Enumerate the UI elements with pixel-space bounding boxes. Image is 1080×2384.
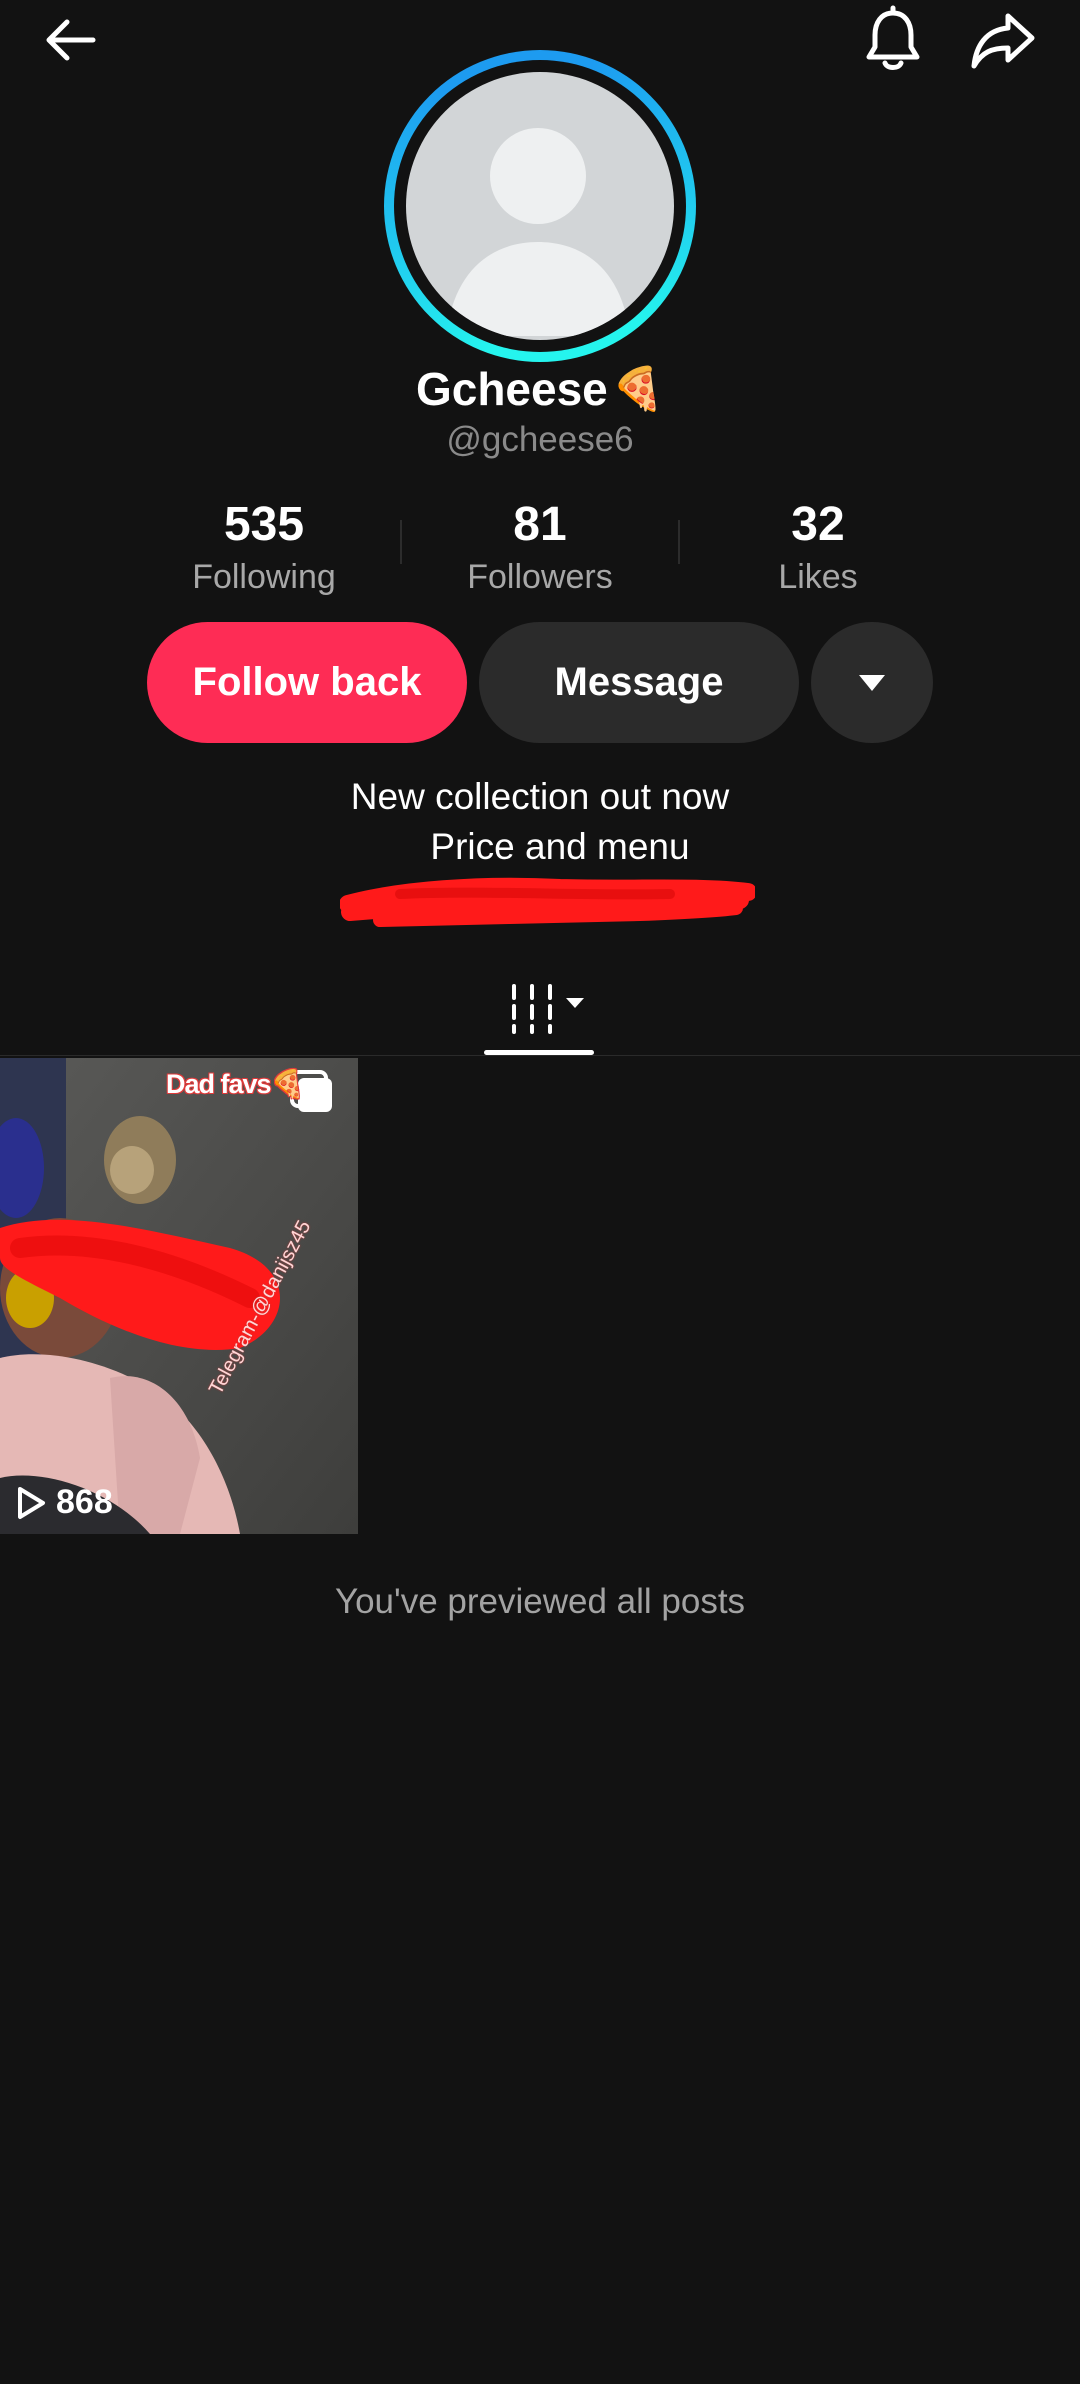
follow-back-button[interactable]: Follow back xyxy=(147,622,467,743)
post-overlay-emoji: 🍕 xyxy=(270,1069,305,1099)
stat-likes[interactable]: 32 Likes xyxy=(698,495,938,599)
caret-down-icon xyxy=(859,674,885,691)
stat-following-value: 535 xyxy=(223,498,305,551)
play-icon xyxy=(18,1486,45,1519)
post-thumbnail[interactable]: Dad favs🍕 Telegram-@danijsz45 868 xyxy=(0,1058,358,1534)
content-tabs xyxy=(0,960,1080,1056)
arrow-left-icon xyxy=(46,19,96,61)
display-name-row: Gcheese 🍕 xyxy=(0,362,1080,416)
back-button[interactable] xyxy=(16,0,126,80)
post-overlay-caption: Dad favs xyxy=(166,1069,272,1099)
profile-stats: 535 Following 81 Followers 32 Likes xyxy=(0,495,1080,596)
tab-videos-grid[interactable] xyxy=(500,978,600,1038)
stat-followers-label: Followers xyxy=(467,558,613,596)
stat-followers-value: 81 xyxy=(513,498,567,551)
message-button[interactable]: Message xyxy=(479,622,799,743)
stat-likes-value: 32 xyxy=(791,498,845,551)
stat-following[interactable]: 535 Following xyxy=(144,495,384,599)
post-views-value: 868 xyxy=(56,1483,113,1521)
grid-columns-icon xyxy=(512,984,584,1034)
bio-line: New collection out now xyxy=(350,776,730,817)
redaction-scribble xyxy=(340,877,755,927)
display-name: Gcheese xyxy=(415,363,608,415)
post-view-count: 868 xyxy=(16,1483,113,1522)
stat-following-label: Following xyxy=(192,558,336,596)
bell-icon xyxy=(866,5,920,70)
profile-avatar[interactable] xyxy=(384,50,696,362)
share-arrow-icon xyxy=(971,13,1035,69)
default-avatar-icon xyxy=(446,128,630,336)
stat-divider xyxy=(678,520,680,564)
more-options-button[interactable] xyxy=(811,622,933,743)
bio-line: Price and menu xyxy=(430,826,690,867)
username-handle: @gcheese6 xyxy=(446,420,634,459)
stat-divider xyxy=(400,520,402,564)
pizza-emoji: 🍕 xyxy=(611,364,665,412)
share-button[interactable] xyxy=(948,0,1058,80)
post-overlay-text: Dad favs🍕 xyxy=(166,1068,305,1100)
end-of-posts-note: You've previewed all posts xyxy=(334,1582,746,1621)
notifications-button[interactable] xyxy=(838,0,948,80)
post-image xyxy=(0,1058,358,1534)
stat-likes-label: Likes xyxy=(778,558,858,596)
stat-followers[interactable]: 81 Followers xyxy=(420,495,660,599)
tab-divider xyxy=(0,1055,1080,1056)
